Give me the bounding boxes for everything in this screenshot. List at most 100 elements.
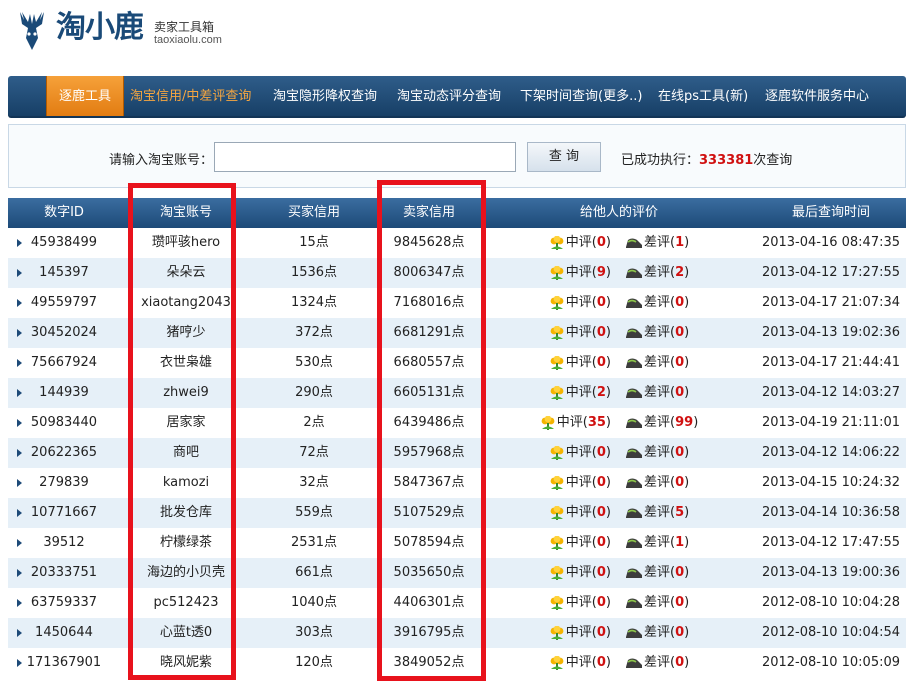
- expand-arrow-icon[interactable]: [17, 539, 22, 547]
- id-value: 279839: [39, 475, 89, 490]
- bad-rating-count: 0: [675, 295, 685, 310]
- expand-arrow-icon[interactable]: [17, 449, 22, 457]
- expand-arrow-icon[interactable]: [17, 479, 22, 487]
- mid-rating-count: 0: [596, 505, 606, 520]
- bad-rating-count: 0: [675, 595, 685, 610]
- bad-rating-count: 1: [675, 235, 685, 250]
- mid-rating-count: 2: [596, 385, 606, 400]
- expand-arrow-icon[interactable]: [17, 569, 22, 577]
- cell-id: 75667924: [8, 348, 120, 378]
- nav-item-online-ps[interactable]: 在线ps工具(新): [658, 76, 748, 116]
- shoe-icon: [626, 388, 642, 398]
- id-value: 30452024: [30, 325, 98, 340]
- mid-rating-label: 中评: [565, 655, 592, 670]
- expand-arrow-icon[interactable]: [17, 239, 22, 247]
- shoe-icon: [626, 268, 642, 278]
- cell-last-query-time: 2013-04-15 10:24:32: [761, 475, 901, 490]
- bad-rating-count: 0: [675, 565, 685, 580]
- col-header-buyer-credit: 买家信用: [287, 205, 340, 220]
- bad-rating-label: 差评: [644, 235, 671, 250]
- expand-arrow-icon[interactable]: [17, 509, 22, 517]
- bad-rating-count: 0: [675, 445, 685, 460]
- cell-last-query-time: 2013-04-14 10:36:58: [761, 505, 901, 520]
- cell-buyer-credit: 120点: [295, 655, 333, 670]
- cell-buyer-credit: 559点: [295, 505, 333, 520]
- col-header-id: 数字ID: [44, 205, 84, 220]
- cell-buyer-credit: 530点: [295, 355, 333, 370]
- mid-rating-count: 0: [596, 595, 606, 610]
- shoe-icon: [626, 328, 642, 338]
- flower-icon: [550, 355, 564, 370]
- expand-arrow-icon[interactable]: [17, 329, 22, 337]
- mid-rating-label: 中评: [565, 235, 592, 250]
- cell-last-query-time: 2012-08-10 10:04:54: [761, 625, 901, 640]
- expand-arrow-icon[interactable]: [17, 269, 22, 277]
- mid-rating-count: 35: [587, 415, 606, 430]
- cell-id: 279839: [8, 468, 120, 498]
- bad-rating-label: 差评: [644, 445, 671, 460]
- expand-arrow-icon[interactable]: [17, 359, 22, 367]
- nav-item-hidden-demotion[interactable]: 淘宝隐形降权查询: [273, 76, 377, 116]
- shoe-icon: [626, 478, 642, 488]
- expand-arrow-icon[interactable]: [17, 629, 22, 637]
- cell-buyer-credit: 2531点: [290, 535, 338, 550]
- flower-icon: [550, 595, 564, 610]
- mid-rating-label: 中评: [565, 535, 592, 550]
- cell-buyer-credit: 15点: [299, 235, 329, 250]
- cell-buyer-credit: 1324点: [290, 295, 338, 310]
- cell-id: 50983440: [8, 408, 120, 438]
- cell-id: 63759337: [8, 588, 120, 618]
- bad-rating-label: 差评: [644, 385, 671, 400]
- bad-rating-label: 差评: [644, 415, 671, 430]
- cell-last-query-time: 2013-04-17 21:07:34: [761, 295, 901, 310]
- shoe-icon: [626, 448, 642, 458]
- id-value: 49559797: [30, 295, 98, 310]
- mid-rating-count: 0: [596, 325, 606, 340]
- stats-prefix: 已成功执行：: [621, 153, 700, 168]
- shoe-icon: [626, 658, 642, 668]
- id-value: 39512: [43, 535, 85, 550]
- cell-ratings: 中评(0) 差评(5): [482, 498, 756, 528]
- nav-item-service-center[interactable]: 逐鹿软件服务中心: [765, 76, 869, 116]
- cell-last-query-time: 2012-08-10 10:05:09: [761, 655, 901, 670]
- cell-buyer-credit: 1040点: [290, 595, 338, 610]
- bad-rating-count: 0: [675, 655, 685, 670]
- cell-last-query-time: 2013-04-12 17:27:55: [761, 265, 901, 280]
- mid-rating-count: 0: [596, 475, 606, 490]
- cell-buyer-credit: 661点: [295, 565, 333, 580]
- col-header-last-query: 最后查询时间: [791, 205, 870, 220]
- main-nav: 逐鹿工具 淘宝信用/中差评查询 淘宝隐形降权查询 淘宝动态评分查询 下架时间查询…: [8, 76, 906, 118]
- stats-suffix: 次查询: [753, 153, 793, 168]
- nav-item-offshelf-time[interactable]: 下架时间查询(更多..): [520, 76, 642, 116]
- query-button[interactable]: 查 询: [527, 142, 601, 172]
- cell-last-query-time: 2012-08-10 10:04:28: [761, 595, 901, 610]
- cell-last-query-time: 2013-04-19 21:11:01: [761, 415, 901, 430]
- flower-icon: [541, 415, 555, 430]
- cell-buyer-credit: 2点: [303, 415, 325, 430]
- cell-last-query-time: 2013-04-16 08:47:35: [761, 235, 901, 250]
- cell-id: 145397: [8, 258, 120, 288]
- cell-id: 30452024: [8, 318, 120, 348]
- cell-ratings: 中评(0) 差评(0): [482, 348, 756, 378]
- site-logo[interactable]: 淘小鹿 卖家工具箱 taoxiaolu.com: [8, 6, 268, 56]
- bad-rating-label: 差评: [644, 355, 671, 370]
- nav-item-tools[interactable]: 逐鹿工具: [46, 76, 125, 116]
- expand-arrow-icon[interactable]: [17, 419, 22, 427]
- mid-rating-label: 中评: [565, 295, 592, 310]
- cell-buyer-credit: 1536点: [290, 265, 338, 280]
- flower-icon: [550, 625, 564, 640]
- expand-arrow-icon[interactable]: [17, 299, 22, 307]
- expand-arrow-icon[interactable]: [17, 389, 22, 397]
- nav-item-credit-query[interactable]: 淘宝信用/中差评查询: [130, 76, 251, 116]
- cell-id: 144939: [8, 378, 120, 408]
- search-panel: 请输入淘宝账号： 查 询 已成功执行：333381次查询: [8, 124, 906, 188]
- expand-arrow-icon[interactable]: [17, 659, 22, 667]
- nav-item-dynamic-rating[interactable]: 淘宝动态评分查询: [397, 76, 501, 116]
- expand-arrow-icon[interactable]: [17, 599, 22, 607]
- bad-rating-count: 0: [675, 475, 685, 490]
- shoe-icon: [626, 238, 642, 248]
- mid-rating-count: 0: [596, 625, 606, 640]
- mid-rating-count: 0: [596, 655, 606, 670]
- account-search-input[interactable]: [214, 142, 516, 172]
- cell-ratings: 中评(0) 差评(1): [482, 528, 756, 558]
